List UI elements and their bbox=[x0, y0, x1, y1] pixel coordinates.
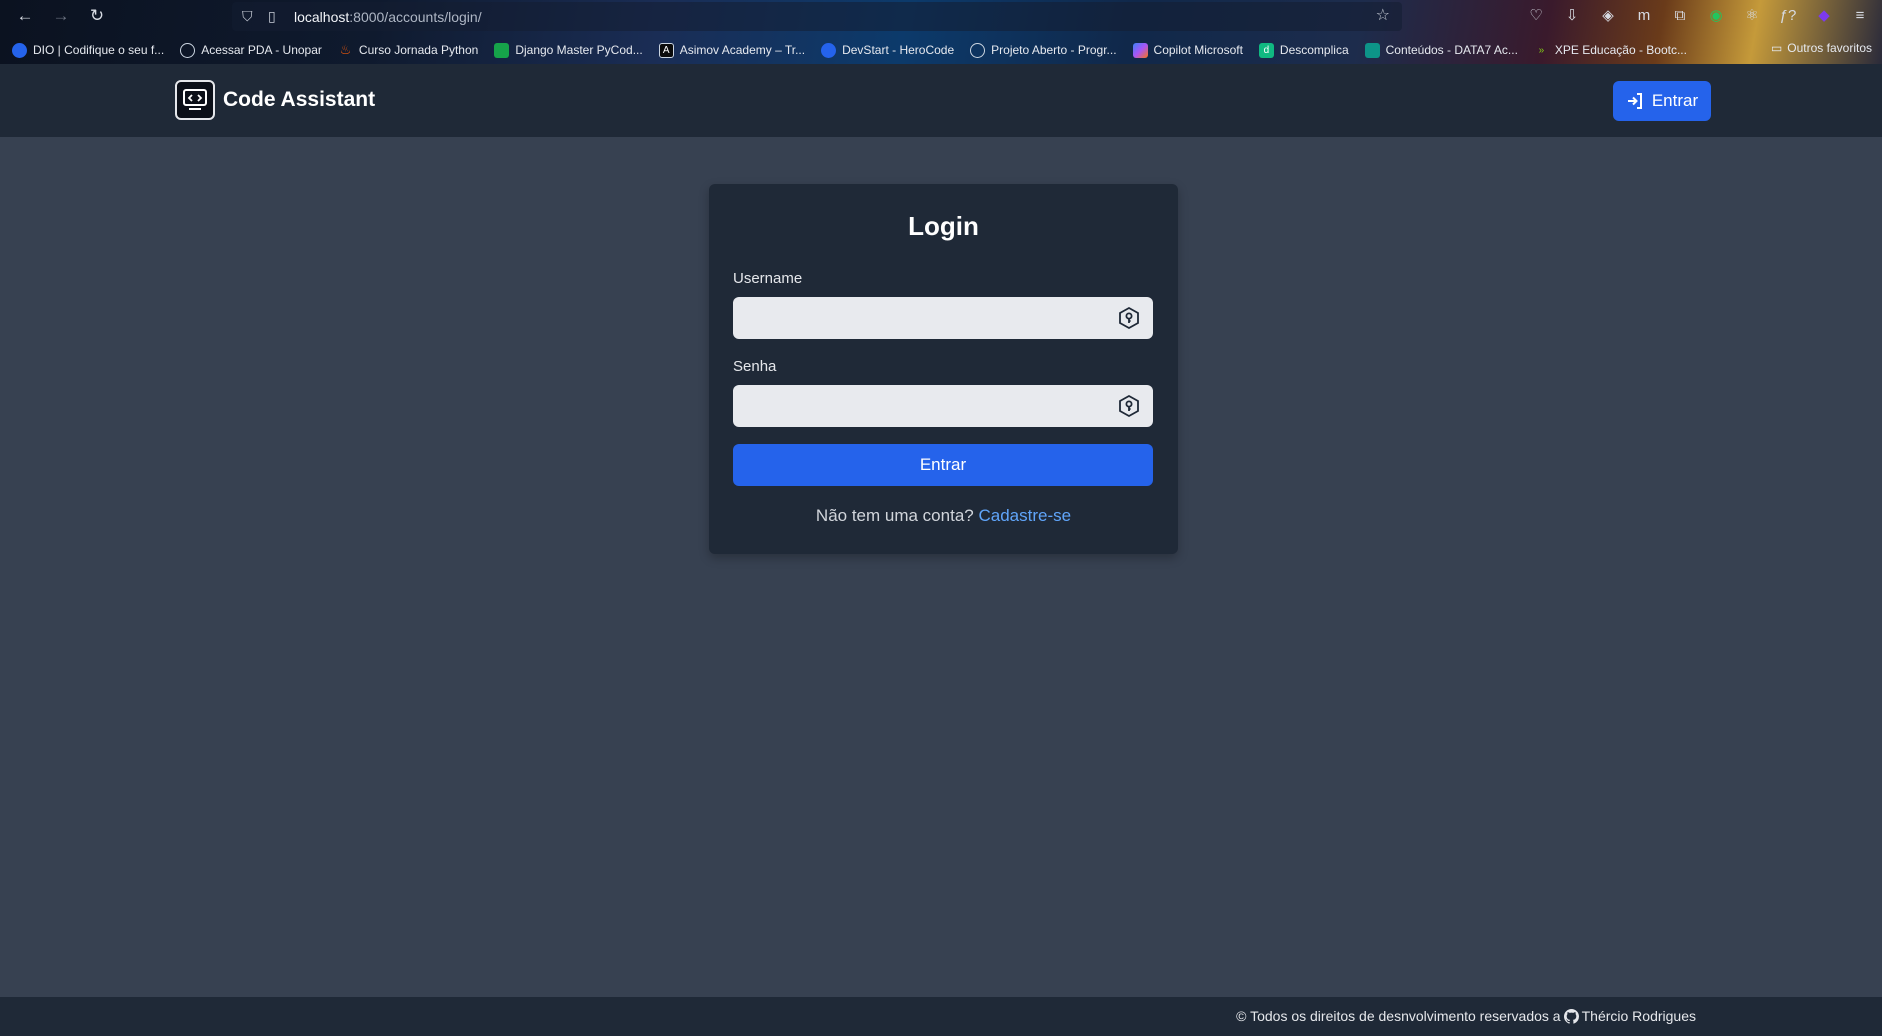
code-assistant-logo-icon bbox=[175, 80, 215, 120]
brand[interactable]: Code Assistant bbox=[175, 80, 375, 120]
bookmark-label: Copilot Microsoft bbox=[1153, 43, 1243, 57]
flame-icon: ♨ bbox=[339, 42, 352, 57]
password-label: Senha bbox=[733, 358, 777, 375]
bookmark-item[interactable]: Django Master PyCod... bbox=[494, 42, 643, 58]
puzzle-icon[interactable]: ⧉ bbox=[1668, 5, 1692, 27]
url-text[interactable]: localhost:8000/accounts/login/ bbox=[294, 9, 482, 25]
browser-toolbar: ← → ↻ ⛉ ▯ localhost:8000/accounts/login/… bbox=[0, 0, 1882, 32]
username-field[interactable] bbox=[733, 297, 1153, 339]
password-field[interactable] bbox=[733, 385, 1153, 427]
header-login-label: Entrar bbox=[1651, 91, 1699, 110]
react-icon[interactable]: ⚛ bbox=[1740, 5, 1764, 27]
bookmark-item[interactable]: A Asimov Academy – Tr... bbox=[658, 42, 806, 58]
url-host: localhost bbox=[294, 9, 350, 25]
bookmark-item[interactable]: » XPE Educação - Bootc... bbox=[1534, 43, 1687, 58]
bookmark-label: DIO | Codifique o seu f... bbox=[33, 43, 165, 57]
shield-icon[interactable]: ⛉ bbox=[242, 8, 253, 24]
globe-icon bbox=[180, 42, 196, 58]
bookmark-item[interactable]: ♨ Curso Jornada Python bbox=[338, 42, 479, 58]
browser-chrome: ← → ↻ ⛉ ▯ localhost:8000/accounts/login/… bbox=[0, 0, 1882, 64]
username-label: Username bbox=[733, 270, 803, 287]
bookmark-item[interactable]: Acessar PDA - Unopar bbox=[180, 42, 322, 58]
footer-text: © Todos os direitos de desnvolvimento re… bbox=[1236, 1008, 1696, 1024]
bookmark-label: Projeto Aberto - Progr... bbox=[991, 43, 1117, 57]
login-card: Login Username Senha Entrar Não tem uma … bbox=[709, 184, 1178, 554]
logo-glyph-icon bbox=[183, 89, 207, 110]
password-manager-key-icon[interactable] bbox=[1117, 306, 1141, 330]
footer-author[interactable]: Thércio Rodrigues bbox=[1582, 1008, 1696, 1024]
toolbar-icons: ♡ ⇩ ◈ m ⧉ ◉ ⚛ ƒ? ◆ ≡ bbox=[1524, 5, 1872, 27]
back-arrow-icon[interactable]: ← bbox=[14, 6, 36, 26]
bookmark-label: Asimov Academy – Tr... bbox=[679, 43, 806, 57]
download-icon[interactable]: ⇩ bbox=[1560, 5, 1584, 27]
brand-name: Code Assistant bbox=[223, 88, 376, 111]
bookmark-label: Descomplica bbox=[1279, 43, 1349, 57]
pocket-icon[interactable]: ♡ bbox=[1524, 5, 1548, 27]
header-login-button[interactable]: Entrar bbox=[1613, 81, 1711, 121]
password-input[interactable] bbox=[733, 385, 1153, 427]
username-input[interactable] bbox=[733, 297, 1153, 339]
reload-icon[interactable]: ↻ bbox=[86, 6, 108, 26]
bookmarks-bar: DIO | Codifique o seu f... Acessar PDA -… bbox=[0, 38, 1882, 62]
vpn-icon[interactable]: ◉ bbox=[1704, 5, 1728, 27]
bookmark-favicon-icon bbox=[1364, 42, 1380, 58]
bookmark-item[interactable]: Conteúdos - DATA7 Ac... bbox=[1364, 42, 1518, 58]
signup-prompt-text: Não tem uma conta? bbox=[815, 506, 974, 525]
address-bar[interactable]: ⛉ ▯ localhost:8000/accounts/login/ ☆ bbox=[232, 2, 1402, 31]
bookmark-favicon-icon: » bbox=[1538, 44, 1545, 56]
extension-m-icon[interactable]: m bbox=[1632, 5, 1656, 27]
bookmark-item[interactable]: d Descomplica bbox=[1258, 42, 1349, 58]
login-submit-button[interactable]: Entrar bbox=[733, 444, 1153, 486]
bookmark-label: Conteúdos - DATA7 Ac... bbox=[1385, 43, 1518, 57]
other-bookmarks-label: Outros favoritos bbox=[1787, 41, 1872, 55]
bookmark-label: Curso Jornada Python bbox=[358, 43, 479, 57]
bookmark-label: Django Master PyCod... bbox=[515, 43, 643, 57]
bookmark-favicon-icon bbox=[12, 42, 27, 58]
font-icon[interactable]: ƒ? bbox=[1776, 5, 1800, 27]
bookmark-favicon-icon bbox=[821, 42, 837, 58]
asimov-icon: A bbox=[658, 42, 674, 58]
footer-copyright: © Todos os direitos de desnvolvimento re… bbox=[1236, 1008, 1561, 1024]
extension-icon[interactable]: ◈ bbox=[1596, 5, 1620, 27]
login-title: Login bbox=[908, 211, 979, 241]
other-bookmarks[interactable]: ▭ Outros favoritos bbox=[1771, 41, 1872, 55]
bookmark-star-icon[interactable]: ☆ bbox=[1376, 8, 1390, 24]
signup-link[interactable]: Cadastre-se bbox=[978, 506, 1071, 525]
globe-icon bbox=[970, 42, 986, 58]
bookmark-item[interactable]: DevStart - HeroCode bbox=[821, 42, 955, 58]
bookmark-favicon-icon: d bbox=[1258, 42, 1274, 58]
bookmark-label: DevStart - HeroCode bbox=[842, 43, 955, 57]
bookmark-item[interactable]: Copilot Microsoft bbox=[1132, 42, 1243, 58]
github-icon[interactable] bbox=[1563, 1008, 1579, 1024]
folder-icon: ▭ bbox=[1770, 41, 1783, 55]
page-footer: © Todos os direitos de desnvolvimento re… bbox=[0, 997, 1882, 1036]
menu-icon[interactable]: ≡ bbox=[1848, 5, 1872, 27]
bookmark-label: XPE Educação - Bootc... bbox=[1554, 43, 1687, 57]
bookmark-item[interactable]: DIO | Codifique o seu f... bbox=[12, 42, 165, 58]
bookmark-item[interactable]: Projeto Aberto - Progr... bbox=[970, 42, 1117, 58]
page-icon: ▯ bbox=[268, 8, 276, 24]
extension-purple-icon[interactable]: ◆ bbox=[1812, 5, 1836, 27]
sign-in-icon bbox=[1627, 93, 1642, 109]
signup-prompt: Não tem uma conta? Cadastre-se bbox=[709, 506, 1178, 526]
forward-arrow-icon[interactable]: → bbox=[50, 6, 72, 26]
app-navbar: Code Assistant Entrar bbox=[0, 64, 1882, 137]
copilot-icon bbox=[1132, 42, 1148, 58]
url-path: :8000/accounts/login/ bbox=[349, 9, 482, 25]
password-manager-key-icon[interactable] bbox=[1117, 394, 1141, 418]
bookmark-label: Acessar PDA - Unopar bbox=[201, 43, 322, 57]
bookmark-favicon-icon bbox=[494, 42, 510, 58]
